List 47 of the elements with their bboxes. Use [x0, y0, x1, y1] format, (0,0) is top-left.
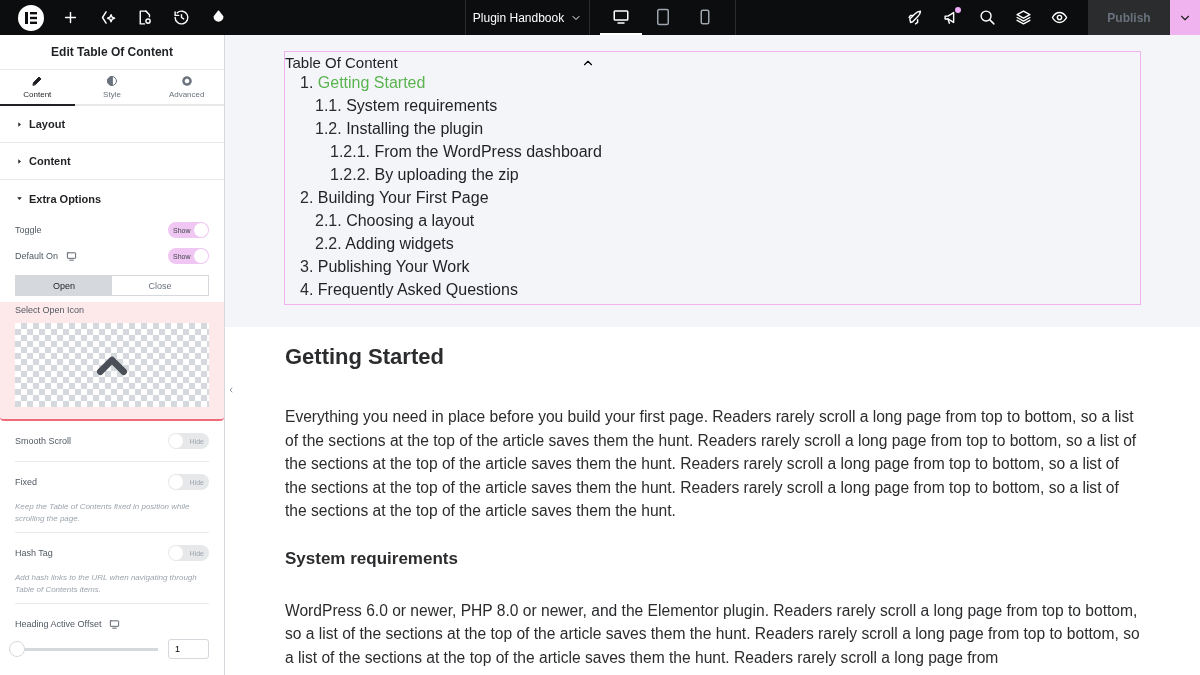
triangle-down-icon	[16, 195, 23, 202]
rocket-icon[interactable]	[906, 9, 924, 26]
control-label: Hash Tag	[15, 548, 53, 558]
toc-link[interactable]: 2. Building Your First Page	[300, 186, 489, 209]
control-label: Fixed	[15, 477, 37, 487]
panel-tab[interactable]: Advanced	[149, 70, 224, 106]
control-label: Heading Active Offset	[15, 619, 102, 629]
article-subheading: System requirements	[285, 548, 459, 569]
panel-tab[interactable]: Style	[74, 70, 150, 106]
triangle-right-icon	[16, 120, 23, 128]
help-text: Add hash links to the URL when navigating through Table of Contents items.	[15, 572, 198, 596]
article-paragraph: WordPress 6.0 or newer, PHP 8.0 or newer, and the Elementor plugin. Readers rarely scroll a long page from top to bottom, so a list of the sections at the top of the article saves them the hunt. Readers rarely scroll a long page from top to bottom, so a list of the sections at the top of the article saves them the hunt. Readers rarely scroll a long page from	[285, 600, 1140, 668]
toc-link[interactable]: 1.2.2. By uploading the zip	[330, 163, 519, 186]
toc-link[interactable]: 1.2.1. From the WordPress dashboard	[330, 140, 602, 163]
contrast-icon	[106, 75, 118, 87]
control-label: Select Open Icon	[15, 305, 86, 317]
toc-link[interactable]: 1. Getting Started	[300, 71, 426, 94]
slider-thumb[interactable]	[9, 641, 25, 657]
desktop-icon[interactable]	[109, 618, 121, 630]
toc-link[interactable]: 2.1. Choosing a layout	[315, 209, 475, 232]
logo-icon[interactable]	[18, 4, 44, 31]
control-label: Smooth Scroll	[15, 436, 72, 446]
pencil-icon	[31, 75, 44, 87]
search-icon[interactable]	[978, 9, 996, 26]
toc-link[interactable]: 1.2. Installing the plugin	[315, 117, 484, 140]
segment-option[interactable]: Open	[16, 276, 112, 295]
toc-link[interactable]: 4. Frequently Asked Questions	[300, 278, 518, 301]
chevron-left-icon	[227, 386, 235, 394]
panel-title: Edit Table Of Content	[0, 35, 224, 70]
layers-icon[interactable]	[1014, 9, 1032, 26]
number-field[interactable]: 1	[168, 639, 209, 659]
settings-icon	[180, 75, 193, 87]
triangle-right-icon	[16, 157, 23, 165]
toc-link[interactable]: 2.2. Adding widgets	[315, 232, 454, 255]
tablet-icon	[654, 7, 672, 26]
preview-icon[interactable]	[1050, 9, 1068, 26]
control-label: Default On	[15, 251, 59, 261]
toc-link[interactable]: 3. Publishing Your Work	[300, 255, 470, 278]
desktop-icon	[612, 7, 630, 26]
history-icon[interactable]	[172, 9, 190, 26]
article-heading: Getting Started	[285, 343, 445, 371]
toc-link[interactable]: 1.1. System requirements	[315, 94, 498, 117]
toc-title: Table Of Content	[285, 54, 398, 71]
help-text: Keep the Table of Contents fixed in position while scrolling the page.	[15, 501, 191, 525]
article-paragraph: Everything you need in place before you build your first page. Readers rarely scroll a long page from top to bottom, so a list of the sections at the top of the article saves them the hunt. Readers rarely scroll a long page from top to bottom, so a list of the sections at the top of the article saves them the hunt. Readers rarely scroll a long page from top to bottom, so a list of the sections at the top of the article saves them the hunt. Readers rarely scroll a long page from top to bottom, so a list of the sections at the top of the article saves them the hunt.	[285, 407, 1138, 521]
control-label: Toggle	[15, 225, 42, 235]
desktop-icon[interactable]	[66, 250, 78, 262]
